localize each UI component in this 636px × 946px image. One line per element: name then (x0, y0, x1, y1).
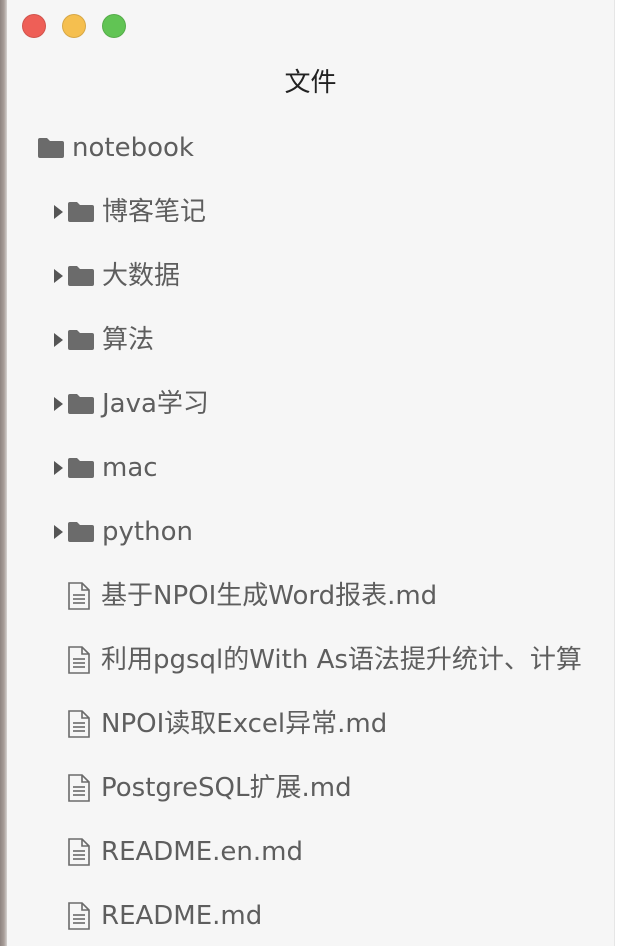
tree-item-label: notebook (72, 133, 194, 163)
disclosure-arrow-icon[interactable] (54, 461, 63, 475)
folder-icon (68, 458, 94, 478)
folder-icon (68, 202, 94, 222)
minimize-button[interactable] (62, 14, 86, 38)
tree-item-file[interactable]: PostgreSQL扩展.md (67, 756, 352, 820)
disclosure-arrow-icon[interactable] (54, 205, 63, 219)
tree-item-label: README.en.md (101, 837, 303, 867)
tree-item-folder[interactable]: mac (54, 436, 158, 500)
document-icon (68, 838, 90, 866)
folder-icon (68, 266, 94, 286)
document-icon (68, 710, 90, 738)
file-browser-window: 文件 notebook 博客笔记大数据算法 Java学习 mac python 基于NPO… (0, 0, 636, 946)
tree-item-file[interactable]: 基于NPOI生成Word报表.md (67, 564, 437, 628)
tree-item-label: 大数据 (102, 261, 181, 291)
document-icon (68, 646, 90, 674)
document-icon (68, 582, 90, 610)
folder-icon (68, 522, 94, 542)
file-tree: notebook 博客笔记大数据算法 Java学习 mac python 基于NPOI生成… (7, 116, 614, 946)
window-left-edge (0, 0, 7, 946)
window-controls (22, 14, 126, 38)
tree-item-file[interactable]: README.en.md (67, 820, 303, 884)
tree-item-label: 算法 (102, 325, 155, 355)
disclosure-arrow-icon[interactable] (54, 397, 63, 411)
tree-item-folder[interactable]: Java学习 (54, 372, 209, 436)
folder-icon (68, 394, 94, 414)
tree-item-label: 博客笔记 (102, 197, 207, 227)
tree-item-label: 利用pgsql的With As语法提升统计、计算 (101, 645, 582, 675)
right-panel-edge (614, 0, 636, 946)
tree-item-file[interactable]: README.md (67, 884, 262, 946)
tree-item-root-folder[interactable]: notebook (37, 116, 194, 180)
tree-item-file[interactable]: NPOI读取Excel异常.md (67, 692, 387, 756)
tree-item-folder[interactable]: 算法 (54, 308, 154, 372)
maximize-button[interactable] (102, 14, 126, 38)
tree-item-label: 基于NPOI生成Word报表.md (101, 581, 438, 611)
disclosure-arrow-icon[interactable] (54, 333, 63, 347)
tree-item-label: Java学习 (102, 389, 209, 419)
close-button[interactable] (22, 14, 46, 38)
folder-icon (68, 330, 94, 350)
tree-item-folder[interactable]: python (54, 500, 193, 564)
tree-item-label: NPOI读取Excel异常.md (101, 709, 388, 739)
window-title: 文件 (284, 68, 337, 98)
disclosure-arrow-icon[interactable] (54, 525, 63, 539)
tree-item-label: PostgreSQL扩展.md (101, 773, 352, 803)
tree-item-label: mac (102, 453, 158, 483)
tree-item-file[interactable]: 利用pgsql的With As语法提升统计、计算 (67, 628, 582, 692)
tree-item-folder[interactable]: 大数据 (54, 244, 180, 308)
document-icon (68, 902, 90, 930)
document-icon (68, 774, 90, 802)
folder-icon (38, 138, 64, 158)
tree-item-label: README.md (101, 901, 263, 931)
disclosure-arrow-icon[interactable] (54, 269, 63, 283)
tree-item-folder[interactable]: 博客笔记 (54, 180, 206, 244)
tree-item-label: python (102, 517, 193, 547)
